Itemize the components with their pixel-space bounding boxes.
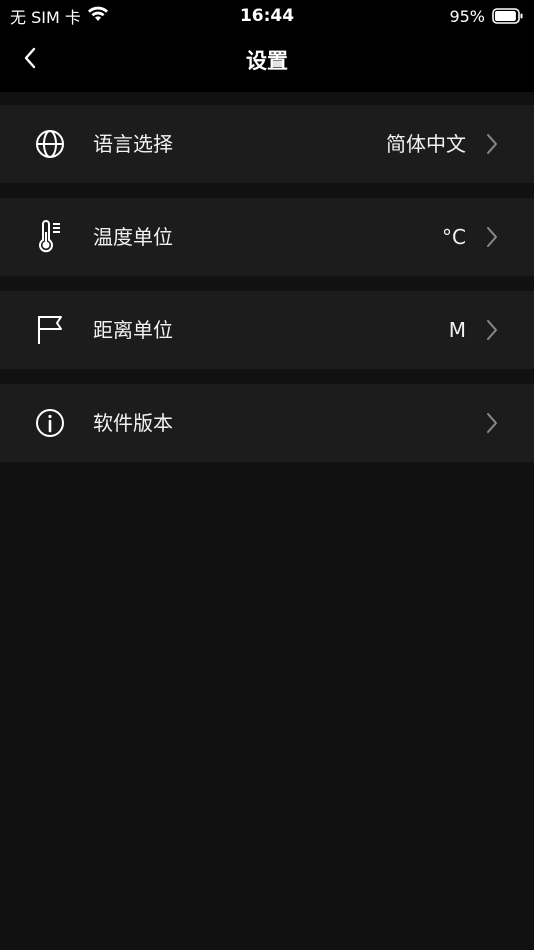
settings-list: 语言选择 简体中文 温度单位 °C 距离单位 M 软件版本 [0, 105, 534, 477]
flag-icon [33, 314, 67, 346]
settings-row-language[interactable]: 语言选择 简体中文 [0, 105, 534, 183]
settings-label: 软件版本 [93, 411, 173, 435]
settings-value: °C [442, 225, 466, 249]
chevron-right-icon [484, 226, 500, 248]
settings-row-version[interactable]: 软件版本 [0, 384, 534, 462]
battery-icon [492, 8, 524, 24]
chevron-right-icon [484, 412, 500, 434]
settings-value: 简体中文 [386, 132, 466, 156]
settings-value: M [448, 318, 466, 342]
settings-row-temperature[interactable]: 温度单位 °C [0, 198, 534, 276]
settings-label: 距离单位 [93, 318, 173, 342]
page-title: 设置 [246, 49, 288, 73]
info-icon [33, 407, 67, 439]
chevron-right-icon [484, 133, 500, 155]
settings-label: 温度单位 [93, 225, 173, 249]
navigation-bar: 设置 [0, 32, 534, 92]
settings-label: 语言选择 [93, 132, 173, 156]
globe-icon [33, 128, 67, 160]
status-right: 95% [449, 5, 524, 27]
battery-percent: 95% [449, 6, 485, 26]
settings-row-distance[interactable]: 距离单位 M [0, 291, 534, 369]
thermometer-icon [33, 220, 67, 253]
chevron-right-icon [484, 319, 500, 341]
status-bar: 无 SIM 卡 16:44 95% [0, 0, 534, 32]
